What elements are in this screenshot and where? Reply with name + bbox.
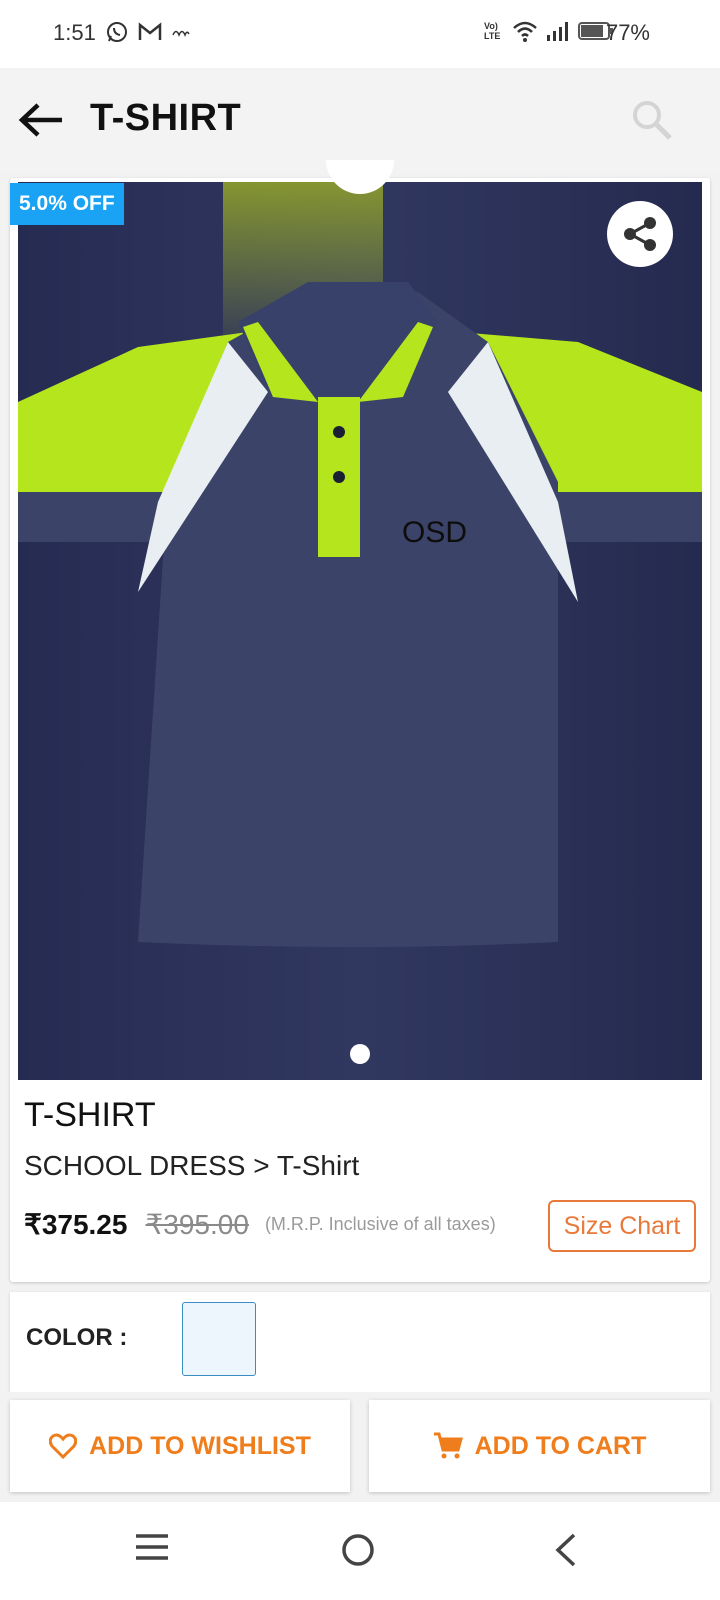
product-category-breadcrumb: SCHOOL DRESS > T-Shirt [24,1150,360,1181]
cart-icon [433,1432,463,1459]
shirt-print-text: OSD [402,516,467,549]
nav-back-button[interactable] [552,1532,596,1572]
system-nav-bar [0,1502,720,1600]
nav-home-button[interactable] [340,1532,384,1572]
color-swatch[interactable] [182,1302,256,1376]
volte-icon: Vo) LTE [484,21,501,41]
tax-note: (M.R.P. Inclusive of all taxes) [264,1213,496,1234]
mrp-price: ₹395.00 [145,1208,249,1240]
share-icon [624,217,656,251]
battery-percent: 77% [605,20,650,45]
app-bar: T-SHIRT [0,68,720,172]
signal-icon [547,22,568,41]
status-bar: 1:51 Vo) LTE 77% [0,0,720,68]
price-row: ₹375.25 ₹395.00 (M.R.P. Inclusive of all… [24,1204,496,1244]
nav-menu-button[interactable] [134,1532,178,1572]
search-icon [633,101,672,140]
bottom-action-bar: ADD TO WISHLIST ADD TO CART [0,1392,720,1502]
add-to-cart-button[interactable]: ADD TO CART [369,1400,710,1492]
discount-badge: 5.0% OFF [10,183,124,225]
carousel-dot[interactable] [350,1044,370,1064]
nfc-icon [172,30,190,37]
arrow-left-icon [18,103,62,137]
notification-icons [106,21,190,43]
menu-icon [136,1534,168,1560]
gmail-icon [138,22,162,40]
share-button[interactable] [607,201,673,267]
product-image[interactable]: OSD [18,182,702,1080]
whatsapp-icon [107,22,127,42]
add-to-wishlist-button[interactable]: ADD TO WISHLIST [10,1400,350,1492]
back-button[interactable] [18,98,66,142]
cart-label: ADD TO CART [474,1431,647,1460]
wishlist-label: ADD TO WISHLIST [89,1431,311,1460]
product-name: T-SHIRT [24,1096,156,1134]
status-time: 1:51 [53,20,96,45]
color-label: COLOR : [26,1324,128,1351]
system-icons: Vo) LTE [484,20,614,42]
search-button[interactable] [630,98,674,142]
sale-price: ₹375.25 [24,1208,128,1240]
size-chart-button[interactable]: Size Chart [548,1200,696,1252]
chevron-left-icon [555,1533,576,1567]
heart-icon [49,1433,78,1459]
page-title: T-SHIRT [90,97,242,139]
home-circle-icon [342,1534,374,1566]
wifi-icon [513,21,537,42]
color-section: COLOR : [10,1292,710,1392]
